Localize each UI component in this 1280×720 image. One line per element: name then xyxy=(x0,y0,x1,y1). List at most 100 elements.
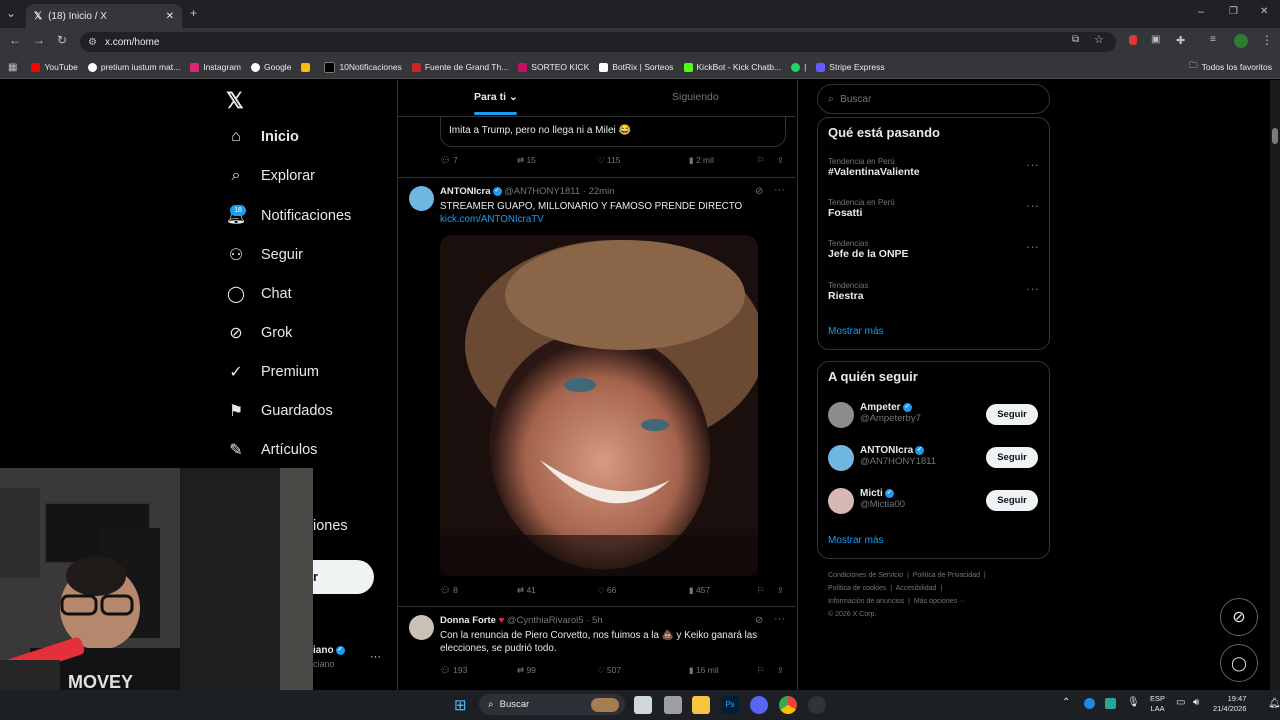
footer-link[interactable]: Accesibilidad xyxy=(896,585,937,592)
suggested-user[interactable]: Micti ✓ @Mictia00 xyxy=(860,488,905,510)
grok-floating-button[interactable]: ⊘ xyxy=(1220,598,1258,636)
taskbar-search[interactable]: ⌕ Buscar xyxy=(479,694,625,715)
install-app-icon[interactable]: ⧉ xyxy=(1072,34,1079,45)
bookmark-icon[interactable]: ⚐ xyxy=(757,585,777,596)
nav-articulos[interactable]: ✎ Artículos xyxy=(225,440,317,460)
address-bar[interactable]: ⚙ x.com/home xyxy=(80,32,1116,52)
nav-explorar[interactable]: ⌕ Explorar xyxy=(225,167,315,185)
share-icon[interactable]: ⇪ xyxy=(777,155,784,166)
trend-more-icon[interactable]: ··· xyxy=(1026,239,1039,254)
reload-icon[interactable]: ↻ xyxy=(57,33,67,47)
share-icon[interactable]: ⇪ xyxy=(777,665,784,676)
extension-icon[interactable]: ▣ xyxy=(1151,34,1160,45)
nav-guardados[interactable]: ⚑ Guardados xyxy=(225,401,333,421)
avatar[interactable] xyxy=(828,402,854,428)
post-image[interactable] xyxy=(440,235,758,576)
grok-icon[interactable]: ⊘ xyxy=(755,186,763,197)
minimize-icon[interactable]: – xyxy=(1198,6,1204,18)
bookmark-colorful[interactable] xyxy=(301,62,314,72)
all-bookmarks[interactable]: 🗀 Todos los favoritos xyxy=(1189,60,1272,74)
notifications-icon[interactable]: 🔔︎ xyxy=(1268,698,1280,709)
bookmark-youtube[interactable]: YouTube xyxy=(31,62,78,72)
grok-icon[interactable]: ⊘ xyxy=(755,615,763,626)
scrollbar-thumb[interactable] xyxy=(1272,128,1278,144)
follow-button[interactable]: Seguir xyxy=(986,404,1038,425)
browser-tab[interactable]: 𝕏 (18) Inicio / X ✕ xyxy=(26,4,182,28)
language-indicator[interactable]: ESP LAA xyxy=(1150,694,1165,714)
suggested-user[interactable]: ANTONIcra ✓ @AN7HONY1811 xyxy=(860,445,936,467)
repost-button[interactable]: ⇄ 99 xyxy=(517,665,597,676)
trend-more-icon[interactable]: ··· xyxy=(1026,281,1039,296)
forward-icon[interactable]: → xyxy=(33,33,45,47)
author-name[interactable]: ANTONIcra xyxy=(440,186,491,197)
post-time[interactable]: · 5h xyxy=(586,615,602,626)
like-button[interactable]: ♡ 66 xyxy=(597,585,689,596)
trend-more-icon[interactable]: ··· xyxy=(1026,157,1039,172)
volume-icon[interactable]: 🔊︎ xyxy=(1193,697,1199,708)
profile-name[interactable]: iano ✓ xyxy=(313,645,345,656)
post-link[interactable]: kick.com/ANTONIcraTV xyxy=(440,214,544,225)
trend-item[interactable]: Tendencia en Perú #ValentinaValiente xyxy=(828,157,920,178)
avatar[interactable] xyxy=(828,445,854,471)
tab-search-icon[interactable]: ⌄ xyxy=(6,6,16,20)
footer-link[interactable]: Política de cookies xyxy=(828,585,886,592)
app-icon[interactable] xyxy=(808,696,826,714)
task-view-icon[interactable] xyxy=(634,696,652,714)
site-info-icon[interactable]: ⚙ xyxy=(88,37,97,48)
tray-chevron-icon[interactable]: ⌃ xyxy=(1062,697,1070,708)
bookmark-star-icon[interactable]: ☆ xyxy=(1094,33,1104,46)
discord-icon[interactable] xyxy=(750,696,768,714)
nav-more-options[interactable]: iones xyxy=(313,518,348,534)
repost-button[interactable]: ⇄ 15 xyxy=(517,155,597,166)
trend-item[interactable]: Tendencias Riestra xyxy=(828,281,868,302)
author-name[interactable]: Donna Forte xyxy=(440,615,496,626)
bookmark-pretium[interactable]: pretium iustum mat... xyxy=(87,62,180,72)
nav-premium[interactable]: ✓ Premium xyxy=(225,362,319,382)
close-window-icon[interactable]: ✕ xyxy=(1260,6,1268,17)
network-icon[interactable]: ▭ xyxy=(1176,697,1185,708)
bookmark-fuente[interactable]: Fuente de Grand Th... xyxy=(411,62,508,72)
trend-item[interactable]: Tendencias Jefe de la ONPE xyxy=(828,239,909,260)
like-button[interactable]: ♡ 115 xyxy=(597,155,689,166)
tray-icon[interactable] xyxy=(1084,698,1095,709)
clock[interactable]: 19:47 21/4/2026 xyxy=(1213,694,1246,714)
views-button[interactable]: ▮ 2 mil xyxy=(689,155,757,166)
tab-para-ti[interactable]: Para ti ⌄ xyxy=(474,91,518,103)
trends-show-more[interactable]: Mostrar más xyxy=(828,326,884,337)
close-tab-icon[interactable]: ✕ xyxy=(166,11,174,22)
chrome-icon[interactable] xyxy=(779,696,797,714)
reply-button[interactable]: 💬︎ 7 xyxy=(440,155,517,166)
share-icon[interactable]: ⇪ xyxy=(777,585,784,596)
bookmark-whatsapp[interactable]: | xyxy=(791,62,806,72)
like-button[interactable]: ♡ 507 xyxy=(597,665,689,676)
footer-link[interactable]: Información de anuncios xyxy=(828,598,904,605)
bookmark-google[interactable]: Google xyxy=(251,62,291,72)
restore-icon[interactable]: ❐ xyxy=(1229,6,1238,17)
nav-inicio[interactable]: ⌂ Inicio xyxy=(225,128,299,146)
bookmark-10notificaciones[interactable]: 10Notificaciones xyxy=(324,61,402,73)
bookmark-stripe[interactable]: Stripe Express xyxy=(816,62,885,72)
windows-start-icon[interactable]: ⊞ xyxy=(454,696,467,714)
repost-button[interactable]: ⇄ 41 xyxy=(517,585,597,596)
microphone-icon[interactable]: 🎙︎ xyxy=(1127,697,1140,708)
search-input[interactable]: ⌕ Buscar xyxy=(817,84,1050,114)
avatar[interactable] xyxy=(409,186,434,211)
more-icon[interactable]: ··· xyxy=(774,613,785,625)
bookmark-botrix[interactable]: BotRix | Sorteos xyxy=(599,62,674,72)
app-icon[interactable] xyxy=(664,696,682,714)
media-control-icon[interactable]: ≡ xyxy=(1210,34,1216,45)
views-button[interactable]: ▮ 16 mil xyxy=(689,665,757,676)
nav-seguir[interactable]: ⚇ Seguir xyxy=(225,245,303,265)
author-handle[interactable]: @CynthiaRivarol5 xyxy=(507,615,584,626)
bookmark-instagram[interactable]: Instagram xyxy=(190,62,241,72)
trend-more-icon[interactable]: ··· xyxy=(1026,198,1039,213)
footer-link[interactable]: Más opciones ··· xyxy=(914,598,966,605)
menu-icon[interactable]: ⋮ xyxy=(1261,33,1273,47)
scrollbar[interactable] xyxy=(1270,80,1280,690)
reply-button[interactable]: 💬︎ 193 xyxy=(440,665,517,676)
trend-item[interactable]: Tendencia en Perú Fosatti xyxy=(828,198,895,219)
bookmark-icon[interactable]: ⚐ xyxy=(757,155,777,166)
author-handle[interactable]: @AN7HONY1811 xyxy=(504,186,580,197)
bookmark-sorteo-kick[interactable]: SORTEO KICK xyxy=(518,62,589,72)
new-tab-icon[interactable]: + xyxy=(190,6,197,20)
